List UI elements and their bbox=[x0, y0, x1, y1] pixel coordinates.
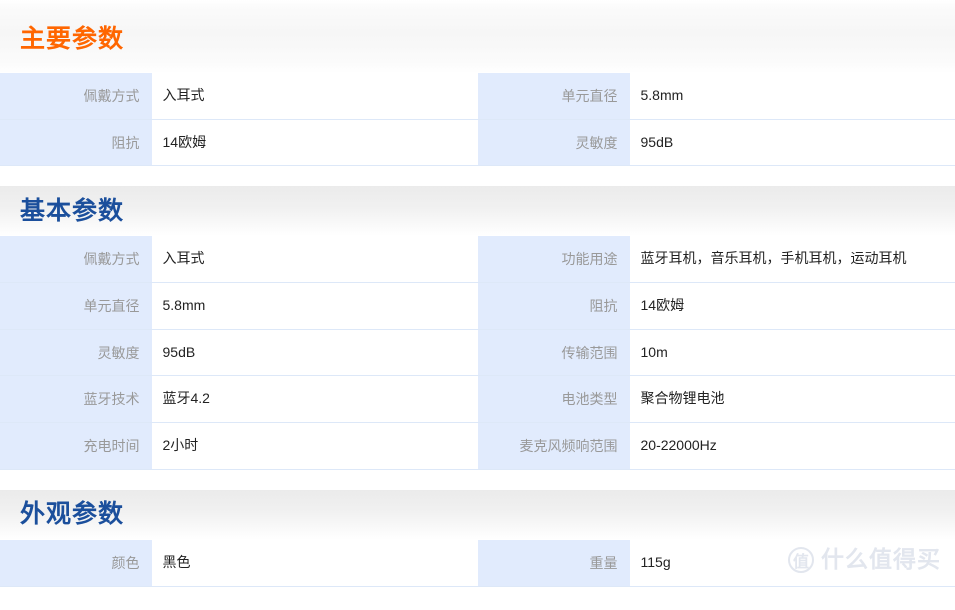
spec-label: 单元直径 bbox=[0, 282, 153, 330]
table-row: 充电时间 2小时 麦克风频响范围 20-22000Hz bbox=[0, 422, 955, 470]
spec-value: 蓝牙耳机，音乐耳机，手机耳机，运动耳机 bbox=[630, 236, 955, 284]
spec-value: 蓝牙4.2 bbox=[152, 375, 477, 424]
section-header-main-params: 主要参数 bbox=[0, 0, 955, 73]
spec-label: 充电时间 bbox=[0, 422, 153, 470]
spec-label: 单元直径 bbox=[476, 73, 631, 120]
spec-label: 麦克风频响范围 bbox=[476, 422, 631, 470]
spec-value: 5.8mm bbox=[152, 282, 477, 330]
table-row: 单元直径 5.8mm 阻抗 14欧姆 bbox=[0, 282, 955, 330]
spec-label: 佩戴方式 bbox=[0, 236, 153, 284]
table-row: 颜色 黑色 重量 115g bbox=[0, 539, 955, 587]
spec-value: 115g bbox=[630, 539, 955, 587]
spec-value: 14欧姆 bbox=[630, 282, 955, 330]
spec-value: 5.8mm bbox=[630, 73, 955, 120]
spec-table-main-params: 佩戴方式 入耳式 单元直径 5.8mm 阻抗 14欧姆 灵敏度 95dB bbox=[0, 73, 955, 167]
section-title: 基本参数 bbox=[20, 196, 125, 225]
spec-label: 重量 bbox=[476, 539, 631, 587]
table-row: 蓝牙技术 蓝牙4.2 电池类型 聚合物锂电池 bbox=[0, 375, 955, 424]
spec-label: 灵敏度 bbox=[0, 329, 153, 377]
spec-value: 黑色 bbox=[152, 539, 477, 587]
spec-label: 传输范围 bbox=[476, 329, 631, 377]
spec-label: 电池类型 bbox=[476, 375, 631, 424]
spec-table-appearance-params: 颜色 黑色 重量 115g bbox=[0, 539, 955, 587]
spec-label: 佩戴方式 bbox=[0, 73, 153, 120]
spec-value: 入耳式 bbox=[152, 236, 477, 284]
table-row: 佩戴方式 入耳式 单元直径 5.8mm bbox=[0, 73, 955, 120]
spec-label: 阻抗 bbox=[0, 119, 153, 167]
spec-table-basic-params: 佩戴方式 入耳式 功能用途 蓝牙耳机，音乐耳机，手机耳机，运动耳机 单元直径 5… bbox=[0, 236, 955, 470]
spec-value: 95dB bbox=[630, 119, 955, 167]
section-title: 主要参数 bbox=[20, 25, 125, 53]
section-gap bbox=[0, 469, 955, 490]
spec-value: 入耳式 bbox=[152, 73, 477, 120]
spec-value: 2小时 bbox=[152, 422, 477, 470]
spec-label: 功能用途 bbox=[476, 236, 631, 284]
section-title: 外观参数 bbox=[20, 500, 125, 529]
section-header-basic-params: 基本参数 bbox=[0, 186, 955, 237]
spec-label: 蓝牙技术 bbox=[0, 375, 153, 424]
spec-value: 20-22000Hz bbox=[630, 422, 955, 470]
section-gap bbox=[0, 166, 955, 187]
product-spec-page: 主要参数 佩戴方式 入耳式 单元直径 5.8mm 阻抗 14欧姆 灵敏度 95d… bbox=[0, 0, 955, 587]
table-row: 佩戴方式 入耳式 功能用途 蓝牙耳机，音乐耳机，手机耳机，运动耳机 bbox=[0, 236, 955, 284]
spec-label: 灵敏度 bbox=[476, 119, 631, 167]
table-row: 阻抗 14欧姆 灵敏度 95dB bbox=[0, 119, 955, 167]
spec-label: 颜色 bbox=[0, 539, 153, 587]
spec-value: 95dB bbox=[152, 329, 477, 377]
spec-value: 聚合物锂电池 bbox=[630, 375, 955, 424]
section-header-appearance-params: 外观参数 bbox=[0, 489, 955, 540]
spec-label: 阻抗 bbox=[476, 282, 631, 330]
spec-value: 14欧姆 bbox=[152, 119, 477, 167]
spec-value: 10m bbox=[630, 329, 955, 377]
table-row: 灵敏度 95dB 传输范围 10m bbox=[0, 329, 955, 377]
